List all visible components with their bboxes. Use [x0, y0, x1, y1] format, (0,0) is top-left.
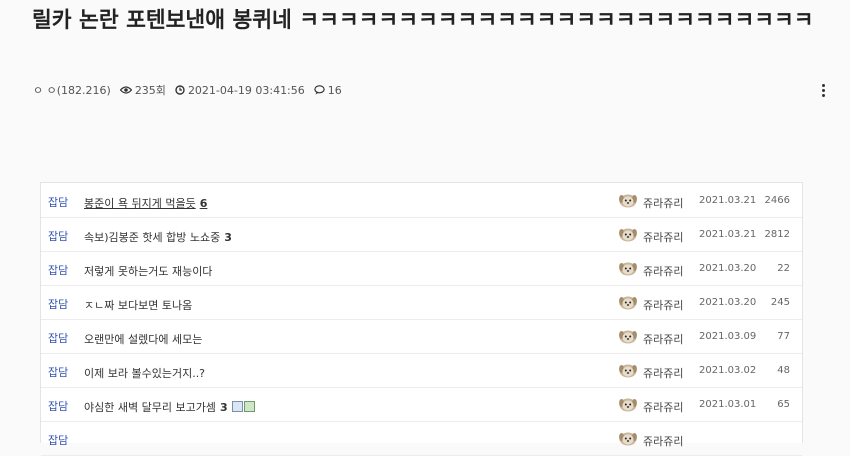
- author-name[interactable]: 쥬라쥬리: [643, 263, 683, 279]
- list-item[interactable]: 잡담 저렇게 못하는거도 재능이다 쥬라쥬리 2021.03.20 22: [41, 251, 802, 286]
- post-date: 2021.03.21: [699, 229, 757, 240]
- view-count: 245: [770, 297, 790, 308]
- author-name[interactable]: ㅇ ㅇ(182.216): [33, 82, 111, 98]
- post-date: 2021-04-19 03:41:56: [175, 84, 305, 97]
- avatar: [619, 261, 637, 276]
- category-label[interactable]: 잡담: [48, 432, 68, 448]
- category-label[interactable]: 잡담: [48, 262, 68, 278]
- list-item[interactable]: 잡담 이제 보라 볼수있는거지..? 쥬라쥬리 2021.03.02 48: [41, 353, 802, 388]
- post-subject-text: 야심한 새벽 달무리 보고가셈: [84, 401, 216, 414]
- post-subject-link[interactable]: ㅈㄴ짜 보다보면 토나옴: [84, 297, 192, 313]
- category-label[interactable]: 잡담: [48, 364, 68, 380]
- image-attachment-icon: [243, 401, 255, 412]
- post-subject-link[interactable]: 야심한 새벽 달무리 보고가셈 3: [84, 399, 255, 415]
- category-label[interactable]: 잡담: [48, 296, 68, 312]
- author-name[interactable]: 쥬라쥬리: [643, 331, 683, 347]
- post-date-value: 2021-04-19 03:41:56: [187, 83, 305, 97]
- eye-icon: [119, 86, 132, 94]
- comment-count[interactable]: 16: [314, 84, 342, 97]
- list-item[interactable]: 잡담 야심한 새벽 달무리 보고가셈 3 쥬라쥬리 2021.03.01 65: [41, 387, 802, 422]
- post-subject-text: 이제 보라 볼수있는거지..?: [84, 367, 206, 380]
- comment-count-value: 16: [327, 83, 342, 97]
- view-count: 77: [777, 331, 790, 342]
- list-item[interactable]: 잡담 오랜만에 설렜다에 세모는 쥬라쥬리 2021.03.09 77: [41, 319, 802, 354]
- post-title: 릴카 논란 포텐보낸애 봉퀴네 ㅋㅋㅋㅋㅋㅋㅋㅋㅋㅋㅋㅋㅋㅋㅋㅋㅋㅋㅋㅋㅋㅋㅋㅋ…: [32, 8, 814, 33]
- reply-count: 6: [199, 197, 208, 210]
- post-meta: ㅇ ㅇ(182.216) 235회 2021-04-19 03:41:56 16: [33, 82, 342, 98]
- category-label[interactable]: 잡담: [48, 330, 68, 346]
- post-subject-text: 봉준이 욕 뒤지게 먹을듯: [84, 197, 196, 210]
- author-name[interactable]: 쥬라쥬리: [643, 399, 683, 415]
- avatar: [619, 363, 637, 378]
- comment-icon: [314, 85, 325, 95]
- post-subject-text: 속보)김봉준 핫세 합방 노쇼중: [84, 231, 221, 244]
- list-item[interactable]: 잡담 봉준이 욕 뒤지게 먹을듯 6 쥬라쥬리 2021.03.21 2466: [41, 183, 802, 218]
- post-date: 2021.03.09: [699, 331, 757, 342]
- avatar: [619, 295, 637, 310]
- post-date: 2021.03.20: [699, 297, 757, 308]
- post-subject-link[interactable]: 이제 보라 볼수있는거지..?: [84, 365, 205, 381]
- author-name[interactable]: 쥬라쥬리: [643, 433, 683, 449]
- author-name[interactable]: 쥬라쥬리: [643, 195, 683, 211]
- author-name[interactable]: 쥬라쥬리: [643, 365, 683, 381]
- list-item[interactable]: 잡담 ㅈㄴ짜 보다보면 토나옴 쥬라쥬리 2021.03.20 245: [41, 285, 802, 320]
- more-vertical-icon[interactable]: [822, 84, 826, 100]
- post-date: 2021.03.20: [699, 263, 757, 274]
- category-label[interactable]: 잡담: [48, 228, 68, 244]
- author-name[interactable]: 쥬라쥬리: [643, 229, 683, 245]
- list-item[interactable]: 잡담 쥬라쥬리: [41, 421, 802, 456]
- clock-icon: [175, 85, 185, 95]
- post-subject-text: 저렇게 못하는거도 재능이다: [84, 265, 213, 278]
- list-item[interactable]: 잡담 속보)김봉준 핫세 합방 노쇼중 3 쥬라쥬리 2021.03.21 2812: [41, 217, 802, 252]
- reply-count: 3: [219, 401, 228, 414]
- post-subject-link[interactable]: 속보)김봉준 핫세 합방 노쇼중 3: [84, 229, 232, 245]
- post-subject-text: ㅈㄴ짜 보다보면 토나옴: [84, 299, 193, 312]
- post-subject-text: 오랜만에 설렜다에 세모는: [84, 333, 203, 346]
- reply-count: 3: [224, 231, 232, 244]
- view-count: 2812: [764, 229, 790, 240]
- post-date: 2021.03.01: [699, 399, 757, 410]
- view-count: 65: [777, 399, 790, 410]
- file-attachment-icon: [231, 401, 243, 412]
- category-label[interactable]: 잡담: [48, 194, 68, 210]
- avatar: [619, 193, 637, 208]
- related-post-list: 잡담 봉준이 욕 뒤지게 먹을듯 6 쥬라쥬리 2021.03.21 2466 잡담 속보)김…: [40, 182, 803, 456]
- view-count: 48: [777, 365, 790, 376]
- avatar: [619, 227, 637, 242]
- view-count: 235회: [119, 82, 166, 98]
- avatar: [619, 397, 637, 412]
- avatar: [619, 431, 637, 446]
- view-count: 2466: [764, 195, 790, 206]
- category-label[interactable]: 잡담: [48, 398, 68, 414]
- post-date: 2021.03.21: [699, 195, 757, 206]
- view-count-value: 235회: [134, 84, 166, 97]
- avatar: [619, 329, 637, 344]
- post-date: 2021.03.02: [699, 365, 757, 376]
- post-subject-link[interactable]: 저렇게 못하는거도 재능이다: [84, 263, 212, 279]
- view-count: 22: [777, 263, 790, 274]
- post-subject-link[interactable]: 오랜만에 설렜다에 세모는: [84, 331, 202, 347]
- author-name[interactable]: 쥬라쥬리: [643, 297, 683, 313]
- post-subject-link[interactable]: 봉준이 욕 뒤지게 먹을듯 6: [84, 195, 207, 211]
